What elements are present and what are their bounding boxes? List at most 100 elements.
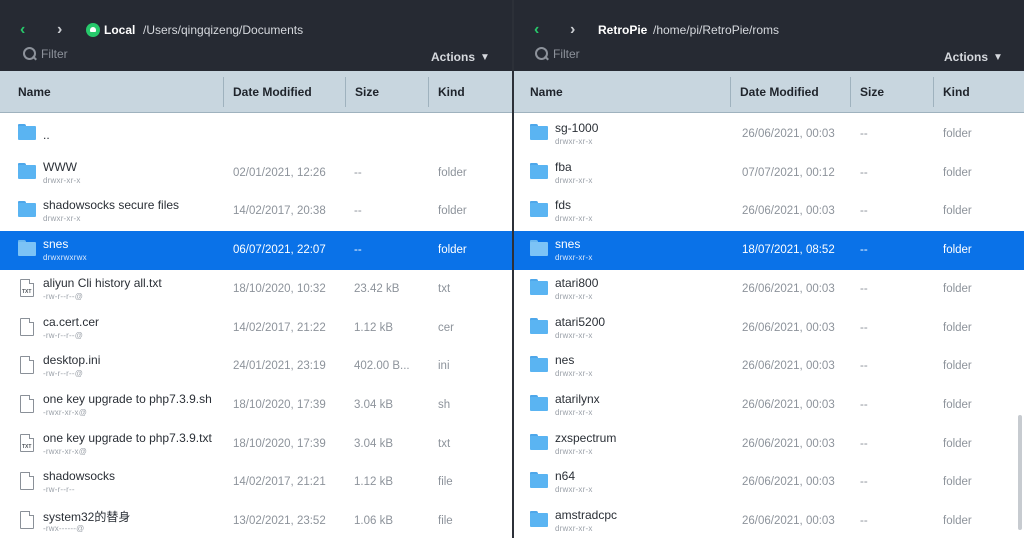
column-name[interactable]: Name bbox=[520, 71, 563, 113]
file-row[interactable]: TXT one key upgrade to php7.3.9.txt -rwxr-… bbox=[0, 425, 512, 464]
file-permissions: drwxr-xr-x bbox=[555, 407, 593, 417]
back-icon[interactable]: ‹ bbox=[534, 20, 550, 40]
file-type-tag: TXT bbox=[22, 288, 32, 295]
date-modified: 18/07/2021, 08:52 bbox=[742, 244, 835, 257]
folder-row[interactable]: WWW drwxr-xr-x 02/01/2021, 12:26 -- folder bbox=[0, 154, 512, 193]
current-path[interactable]: /Users/qingqizeng/Documents bbox=[143, 23, 303, 37]
date-modified: 06/07/2021, 22:07 bbox=[233, 244, 326, 257]
current-path[interactable]: /home/pi/RetroPie/roms bbox=[653, 23, 779, 37]
file-name: one key upgrade to php7.3.9.txt bbox=[43, 430, 212, 445]
file-row[interactable]: one key upgrade to php7.3.9.sh -rwxr-xr-x… bbox=[0, 386, 512, 425]
local-nav-row: ‹ › Local /Users/qingqizeng/Documents bbox=[0, 20, 512, 40]
file-size: -- bbox=[860, 360, 868, 373]
column-kind[interactable]: Kind bbox=[933, 71, 970, 113]
remote-pane: ‹ › RetroPie /home/pi/RetroPie/roms Acti… bbox=[512, 0, 1024, 538]
file-kind: folder bbox=[943, 360, 972, 373]
file-permissions: drwxr-xr-x bbox=[555, 446, 593, 456]
file-name: amstradcpc bbox=[555, 508, 618, 522]
forward-icon[interactable]: › bbox=[57, 20, 73, 40]
folder-row[interactable]: fds drwxr-xr-x 26/06/2021, 00:03 -- folder bbox=[512, 192, 1024, 231]
column-kind[interactable]: Kind bbox=[428, 71, 465, 113]
folder-row[interactable]: atari5200 drwxr-xr-x 26/06/2021, 00:03 -- fo… bbox=[512, 309, 1024, 348]
connection-name[interactable]: Local bbox=[104, 23, 135, 37]
folder-icon bbox=[530, 356, 548, 373]
actions-menu-button[interactable]: Actions ▼ bbox=[944, 50, 1003, 64]
file-permissions: drwxr-xr-x bbox=[555, 137, 593, 146]
actions-label: Actions bbox=[944, 50, 989, 64]
file-icon bbox=[18, 317, 34, 336]
pane-divider[interactable] bbox=[512, 0, 514, 538]
file-row[interactable]: system32的替身 -rwx------@ 13/02/2021, 23:52 1… bbox=[0, 502, 512, 538]
file-permissions: drwxr-xr-x bbox=[555, 369, 593, 379]
folder-row[interactable]: amstradcpc drwxr-xr-x 26/06/2021, 00:03 -- f… bbox=[512, 502, 1024, 538]
folder-row[interactable]: atarilynx drwxr-xr-x 26/06/2021, 00:03 -- fo… bbox=[512, 386, 1024, 425]
date-modified: 18/10/2020, 10:32 bbox=[233, 282, 326, 295]
file-permissions: drwxr-xr-x bbox=[43, 214, 81, 224]
folder-row[interactable]: atari800 drwxr-xr-x 26/06/2021, 00:03 -- fol… bbox=[512, 270, 1024, 309]
file-name: snes bbox=[43, 237, 69, 252]
date-modified: 13/02/2021, 23:52 bbox=[233, 515, 326, 527]
file-permissions: drwxrwxrwx bbox=[43, 253, 87, 263]
folder-row[interactable]: shadowsocks secure files drwxr-xr-x 14/02/… bbox=[0, 192, 512, 231]
folder-row[interactable]: snes drwxrwxrwx 06/07/2021, 22:07 -- folder bbox=[0, 231, 512, 270]
file-row[interactable]: desktop.ini -rw-r--r--@ 24/01/2021, 23:19 4… bbox=[0, 347, 512, 386]
file-size: -- bbox=[860, 205, 868, 218]
filter-input[interactable] bbox=[553, 47, 693, 61]
file-name: ca.cert.cer bbox=[43, 314, 100, 329]
file-name: system32的替身 bbox=[43, 510, 131, 524]
file-permissions: drwxr-xr-x bbox=[555, 524, 593, 533]
folder-icon bbox=[530, 433, 548, 450]
file-kind: folder bbox=[438, 244, 467, 257]
folder-row[interactable]: zxspectrum drwxr-xr-x 26/06/2021, 00:03 -- f… bbox=[512, 425, 1024, 464]
chevron-down-icon: ▼ bbox=[993, 51, 1003, 63]
local-toolbar: ‹ › Local /Users/qingqizeng/Documents Ac… bbox=[0, 0, 512, 71]
file-icon bbox=[18, 472, 34, 491]
column-date-modified[interactable]: Date Modified bbox=[223, 71, 312, 113]
file-row[interactable]: ca.cert.cer -rw-r--r--@ 14/02/2017, 21:22 1… bbox=[0, 309, 512, 348]
file-size: -- bbox=[354, 166, 362, 179]
file-name: zxspectrum bbox=[555, 430, 617, 445]
column-size[interactable]: Size bbox=[850, 71, 884, 113]
folder-row[interactable]: nes drwxr-xr-x 26/06/2021, 00:03 -- folder bbox=[512, 347, 1024, 386]
file-name: nes bbox=[555, 353, 575, 368]
filter-box[interactable] bbox=[22, 46, 181, 62]
folder-icon bbox=[530, 124, 548, 140]
file-permissions: -rw-r--r--@ bbox=[43, 330, 84, 340]
file-row[interactable]: TXT aliyun Cli history all.txt -rw-r--r--@… bbox=[0, 270, 512, 309]
forward-icon[interactable]: › bbox=[570, 20, 586, 40]
back-icon[interactable]: ‹ bbox=[20, 20, 36, 40]
scrollbar[interactable] bbox=[1018, 415, 1022, 530]
date-modified: 26/06/2021, 00:03 bbox=[742, 205, 835, 218]
folder-icon bbox=[530, 162, 548, 179]
folder-row[interactable]: n64 drwxr-xr-x 26/06/2021, 00:03 -- folder bbox=[512, 463, 1024, 502]
date-modified: 26/06/2021, 00:03 bbox=[742, 476, 835, 489]
file-permissions: drwxr-xr-x bbox=[43, 175, 81, 185]
file-size: -- bbox=[860, 437, 868, 450]
folder-row[interactable]: sg-1000 drwxr-xr-x 26/06/2021, 00:03 -- fold… bbox=[512, 115, 1024, 154]
column-name[interactable]: Name bbox=[8, 71, 51, 113]
file-name: shadowsocks bbox=[43, 469, 116, 484]
date-modified: 26/06/2021, 00:03 bbox=[742, 360, 835, 373]
file-size: -- bbox=[860, 515, 868, 527]
file-permissions: drwxr-xr-x bbox=[555, 291, 593, 301]
connection-name[interactable]: RetroPie bbox=[598, 23, 647, 37]
date-modified: 26/06/2021, 00:03 bbox=[742, 515, 835, 527]
filter-box[interactable] bbox=[534, 46, 693, 62]
actions-label: Actions bbox=[431, 50, 476, 64]
file-size: -- bbox=[860, 398, 868, 411]
local-pane: ‹ › Local /Users/qingqizeng/Documents Ac… bbox=[0, 0, 512, 538]
column-size[interactable]: Size bbox=[345, 71, 379, 113]
actions-menu-button[interactable]: Actions ▼ bbox=[431, 50, 490, 64]
folder-row[interactable]: fba drwxr-xr-x 07/07/2021, 00:12 -- folder bbox=[512, 154, 1024, 193]
filter-input[interactable] bbox=[41, 47, 181, 61]
date-modified: 26/06/2021, 00:03 bbox=[742, 128, 835, 140]
file-size: -- bbox=[860, 321, 868, 334]
file-permissions: -rw-r--r-- bbox=[43, 485, 75, 495]
column-date-modified[interactable]: Date Modified bbox=[730, 71, 819, 113]
file-icon bbox=[18, 394, 34, 413]
file-name: aliyun Cli history all.txt bbox=[43, 275, 162, 290]
file-row[interactable]: shadowsocks -rw-r--r-- 14/02/2017, 21:21 1.… bbox=[0, 463, 512, 502]
folder-row[interactable]: snes drwxr-xr-x 18/07/2021, 08:52 -- folder bbox=[512, 231, 1024, 270]
file-permissions: drwxr-xr-x bbox=[555, 175, 593, 185]
folder-row[interactable]: .. bbox=[0, 115, 512, 154]
